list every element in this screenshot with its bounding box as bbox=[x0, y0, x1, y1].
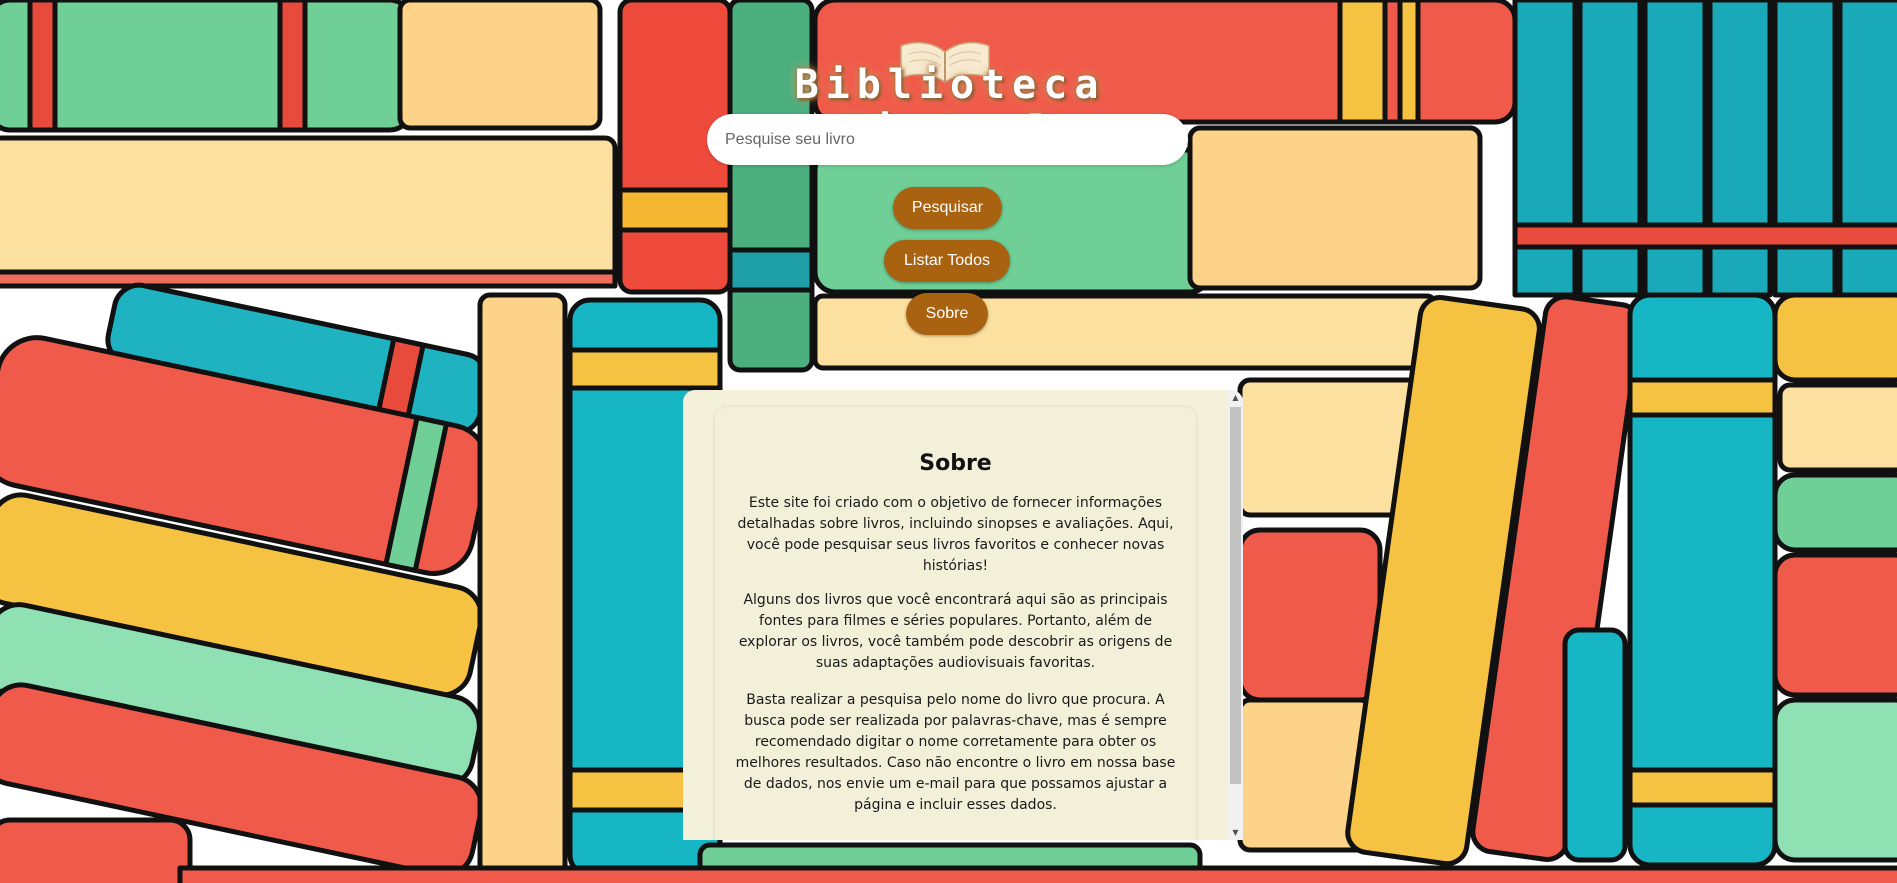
scrollbar-thumb[interactable] bbox=[1230, 407, 1241, 784]
about-paragraph: Este site foi criado com o objetivo de f… bbox=[737, 495, 1174, 574]
scroll-up-arrow-icon[interactable]: ▲ bbox=[1228, 390, 1243, 405]
search-button[interactable]: Pesquisar bbox=[893, 187, 1002, 229]
vertical-scrollbar[interactable]: ▲ ▼ bbox=[1228, 390, 1243, 840]
scroll-down-arrow-icon[interactable]: ▼ bbox=[1228, 825, 1243, 840]
about-panel: Sobre Este site foi criado com o objetiv… bbox=[683, 390, 1243, 840]
about-paragraph: Basta realizar a pesquisa pelo nome do l… bbox=[735, 692, 1176, 813]
search-input[interactable] bbox=[707, 114, 1188, 165]
about-button[interactable]: Sobre bbox=[906, 293, 988, 335]
site-header: Biblioteca Virtual Pesquisar Listar Todo… bbox=[0, 0, 1897, 340]
about-card: Sobre Este site foi criado com o objetiv… bbox=[715, 407, 1196, 840]
about-paragraph: Alguns dos livros que você encontrará aq… bbox=[738, 592, 1173, 671]
about-title: Sobre bbox=[919, 451, 992, 476]
list-all-button[interactable]: Listar Todos bbox=[884, 240, 1010, 282]
about-scroll-area[interactable]: Sobre Este site foi criado com o objetiv… bbox=[683, 390, 1228, 840]
